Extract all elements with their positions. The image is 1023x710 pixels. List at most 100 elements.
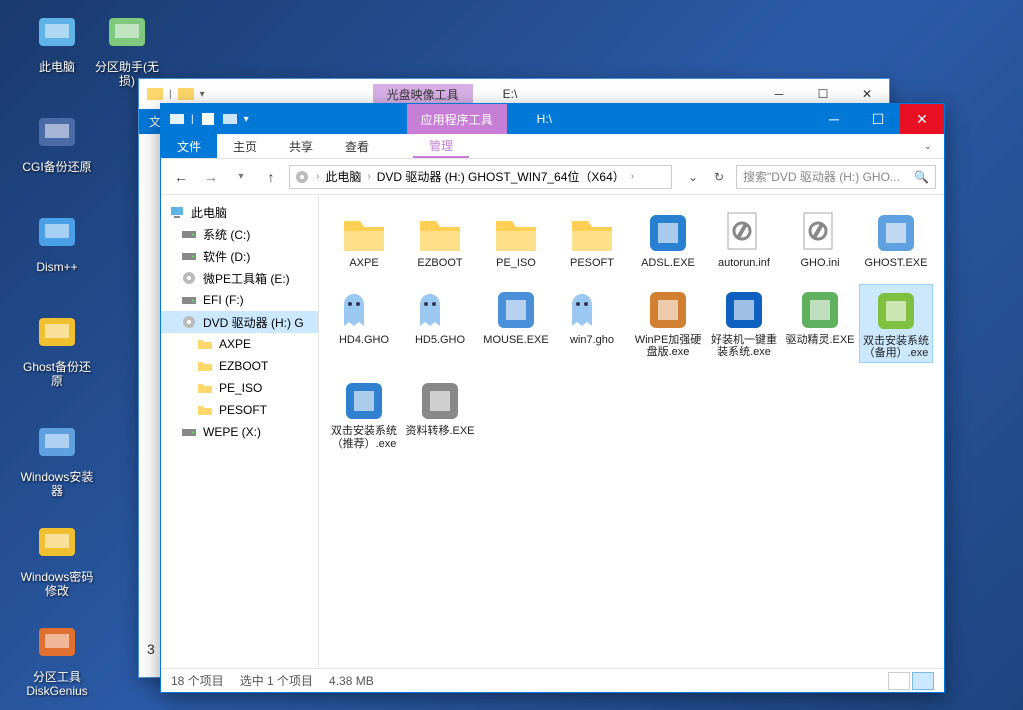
nav-forward-button[interactable]: → bbox=[199, 165, 223, 189]
ribbon-file-tab[interactable]: 文件 bbox=[161, 134, 217, 158]
ribbon-share-tab[interactable]: 共享 bbox=[273, 134, 329, 158]
desktop-icon-wininst[interactable]: Windows安装器 bbox=[20, 420, 94, 499]
breadcrumb-sep[interactable]: › bbox=[314, 171, 321, 182]
exe-icon bbox=[492, 286, 540, 334]
breadcrumb-drive[interactable]: DVD 驱动器 (H:) GHOST_WIN7_64位（X64） bbox=[373, 168, 629, 185]
tree-node-label: PESOFT bbox=[219, 403, 267, 417]
hdd-icon bbox=[181, 292, 197, 308]
qat-dropdown-icon[interactable]: ▾ bbox=[244, 114, 249, 125]
properties-icon[interactable] bbox=[200, 111, 216, 127]
minimize-button[interactable]: ─ bbox=[812, 104, 856, 134]
address-bar[interactable]: › 此电脑 › DVD 驱动器 (H:) GHOST_WIN7_64位（X64）… bbox=[289, 165, 672, 189]
exe-icon bbox=[416, 377, 464, 425]
file-item[interactable]: 双击安装系统（备用）.exe bbox=[859, 284, 933, 363]
window-title-back: E:\ bbox=[503, 87, 518, 101]
breadcrumb-sep[interactable]: › bbox=[629, 171, 636, 182]
desktop-icon-dism[interactable]: Dism++ bbox=[20, 210, 94, 274]
context-tab[interactable]: 应用程序工具 bbox=[407, 104, 507, 134]
exe-icon bbox=[340, 377, 388, 425]
search-input[interactable]: 搜索"DVD 驱动器 (H:) GHO... 🔍 bbox=[736, 165, 936, 189]
file-item-label: 双击安装系统（推荐）.exe bbox=[329, 425, 399, 450]
tree-node[interactable]: DVD 驱动器 (H:) G bbox=[161, 311, 318, 333]
file-item[interactable]: 好装机一键重装系统.exe bbox=[707, 284, 781, 363]
file-item[interactable]: PESOFT bbox=[555, 207, 629, 272]
desktop-icon-ghost[interactable]: Ghost备份还原 bbox=[20, 310, 94, 389]
file-item[interactable]: win7.gho bbox=[555, 284, 629, 363]
file-item-label: MOUSE.EXE bbox=[483, 334, 548, 347]
tree-node-label: AXPE bbox=[219, 337, 251, 351]
tree-node[interactable]: EZBOOT bbox=[161, 355, 318, 377]
file-item[interactable]: GHO.ini bbox=[783, 207, 857, 272]
ini-icon bbox=[720, 209, 768, 257]
tree-node[interactable]: EFI (F:) bbox=[161, 289, 318, 311]
file-item-label: 双击安装系统（备用）.exe bbox=[862, 335, 930, 360]
desktop-icon-diskgenius[interactable]: 分区工具DiskGenius bbox=[20, 620, 94, 699]
file-item[interactable]: autorun.inf bbox=[707, 207, 781, 272]
tree-node-label: EFI (F:) bbox=[203, 293, 244, 307]
folder-icon bbox=[197, 358, 213, 374]
desktop-icon-pc[interactable]: 此电脑 bbox=[20, 10, 94, 74]
view-icons-button[interactable] bbox=[912, 672, 934, 690]
view-details-button[interactable] bbox=[888, 672, 910, 690]
gho-icon bbox=[340, 286, 388, 334]
folder-icon bbox=[492, 209, 540, 257]
hdd-icon bbox=[181, 248, 197, 264]
tree-node[interactable]: 此电脑 bbox=[161, 201, 318, 223]
ribbon-home-tab[interactable]: 主页 bbox=[217, 134, 273, 158]
desktop-icon-partassist[interactable]: 分区助手(无损) bbox=[90, 10, 164, 89]
nav-up-button[interactable]: ↑ bbox=[259, 165, 283, 189]
breadcrumb-sep[interactable]: › bbox=[365, 171, 372, 182]
nav-back-button[interactable]: ← bbox=[169, 165, 193, 189]
search-icon[interactable]: 🔍 bbox=[914, 170, 929, 184]
context-tab-back[interactable]: 光盘映像工具 bbox=[373, 84, 473, 105]
ribbon-manage-tab[interactable]: 管理 bbox=[413, 134, 469, 158]
tree-node[interactable]: 系统 (C:) bbox=[161, 223, 318, 245]
maximize-button[interactable]: ☐ bbox=[856, 104, 900, 134]
address-dropdown[interactable]: ⌄ bbox=[682, 166, 704, 188]
tree-node-label: 系统 (C:) bbox=[203, 226, 250, 243]
file-item[interactable]: 双击安装系统（推荐）.exe bbox=[327, 375, 401, 452]
close-button[interactable]: ✕ bbox=[900, 104, 944, 134]
desktop-icon-cgi[interactable]: CGI备份还原 bbox=[20, 110, 94, 174]
tree-node[interactable]: PESOFT bbox=[161, 399, 318, 421]
file-item[interactable]: AXPE bbox=[327, 207, 401, 272]
folder-icon bbox=[340, 209, 388, 257]
tree-node[interactable]: WEPE (X:) bbox=[161, 421, 318, 443]
file-item[interactable]: MOUSE.EXE bbox=[479, 284, 553, 363]
ini-icon bbox=[796, 209, 844, 257]
file-item[interactable]: PE_ISO bbox=[479, 207, 553, 272]
file-item-label: PE_ISO bbox=[496, 257, 536, 270]
pc-icon bbox=[169, 204, 185, 220]
exe-icon bbox=[796, 286, 844, 334]
tree-node[interactable]: PE_ISO bbox=[161, 377, 318, 399]
file-item[interactable]: WinPE加强硬盘版.exe bbox=[631, 284, 705, 363]
ribbon-view-tab[interactable]: 查看 bbox=[329, 134, 385, 158]
refresh-button[interactable]: ↻ bbox=[708, 166, 730, 188]
file-list[interactable]: AXPEEZBOOT PE_ISO PESOFTADSL.EXEautorun.in… bbox=[319, 195, 944, 668]
file-item-label: 驱动精灵.EXE bbox=[785, 334, 854, 347]
file-item[interactable]: EZBOOT bbox=[403, 207, 477, 272]
file-item[interactable]: HD5.GHO bbox=[403, 284, 477, 363]
tree-node[interactable]: 软件 (D:) bbox=[161, 245, 318, 267]
file-item[interactable]: HD4.GHO bbox=[327, 284, 401, 363]
desktop-icon-winpwd[interactable]: Windows密码修改 bbox=[20, 520, 94, 599]
file-item-label: 好装机一键重装系统.exe bbox=[709, 334, 779, 359]
file-item[interactable]: ADSL.EXE bbox=[631, 207, 705, 272]
nav-tree[interactable]: 此电脑系统 (C:) 软件 (D:) 微PE工具箱 (E:) EFI (F:) DVD … bbox=[161, 195, 319, 668]
file-item-label: HD5.GHO bbox=[415, 334, 465, 347]
desktop-icon-label: Dism++ bbox=[20, 260, 94, 274]
file-item[interactable]: 资料转移.EXE bbox=[403, 375, 477, 452]
breadcrumb-pc[interactable]: 此电脑 bbox=[321, 168, 365, 185]
ribbon-expand-icon[interactable]: ⌄ bbox=[912, 134, 944, 158]
nav-history-dropdown[interactable]: ▾ bbox=[229, 165, 253, 189]
tree-node[interactable]: AXPE bbox=[161, 333, 318, 355]
exe-icon bbox=[720, 286, 768, 334]
file-item[interactable]: 驱动精灵.EXE bbox=[783, 284, 857, 363]
file-item[interactable]: GHOST.EXE bbox=[859, 207, 933, 272]
tree-node-label: 微PE工具箱 (E:) bbox=[203, 270, 290, 287]
tree-node-label: 软件 (D:) bbox=[203, 248, 250, 265]
folder-icon[interactable] bbox=[222, 111, 238, 127]
search-placeholder: 搜索"DVD 驱动器 (H:) GHO... bbox=[743, 168, 900, 185]
qat-dropdown-icon[interactable]: ▾ bbox=[200, 89, 205, 100]
tree-node[interactable]: 微PE工具箱 (E:) bbox=[161, 267, 318, 289]
